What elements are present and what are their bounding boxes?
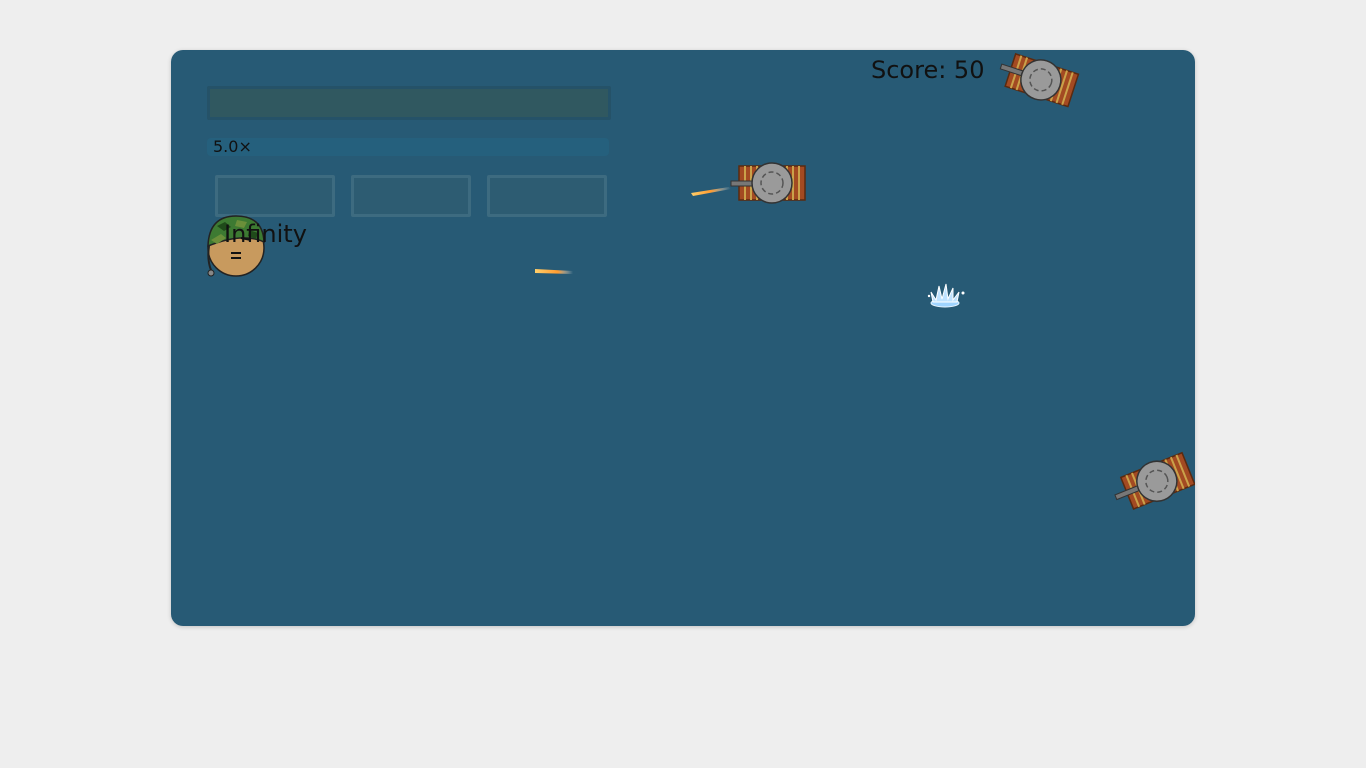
water-splash-icon — [927, 283, 965, 308]
tank-icon[interactable] — [1111, 450, 1195, 514]
tank-icon[interactable] — [729, 160, 809, 206]
game-board[interactable]: 5.0× Infinity Score: 50 — [171, 50, 1195, 626]
tank-icon[interactable] — [995, 50, 1081, 108]
bullet-icon — [535, 269, 573, 274]
ammo-counter: Infinity — [224, 220, 307, 248]
upgrade-button-2[interactable] — [351, 175, 471, 217]
multiplier-bar: 5.0× — [207, 138, 609, 156]
score-label: Score: 50 — [871, 56, 985, 84]
health-bar — [207, 86, 611, 120]
upgrade-button-1[interactable] — [215, 175, 335, 217]
multiplier-label: 5.0× — [213, 137, 252, 156]
bullet-icon — [691, 187, 731, 196]
upgrade-button-3[interactable] — [487, 175, 607, 217]
